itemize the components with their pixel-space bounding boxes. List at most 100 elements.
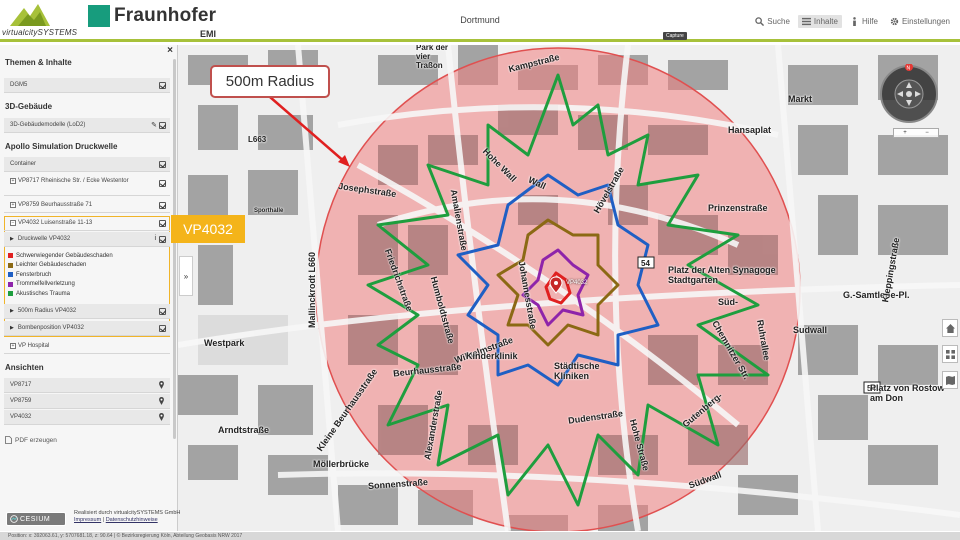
cesium-label: CESIUM <box>20 515 51 523</box>
legend-label: Trommelfellverletzung <box>16 281 75 288</box>
zoom-bar[interactable]: + − <box>893 128 939 138</box>
checkbox-icon[interactable] <box>159 325 166 332</box>
map-view-button[interactable] <box>942 371 958 389</box>
layer-radius[interactable]: ▶ 500m Radius VP4032 <box>4 304 170 319</box>
street-label: Markt <box>788 94 813 104</box>
layer-vp8759[interactable]: + VP8759 Beurhausstraße 71 <box>4 198 170 213</box>
layer-dgm[interactable]: DGM5 <box>4 78 170 93</box>
svg-text:N: N <box>907 66 911 72</box>
list-icon <box>801 17 811 25</box>
nav-help[interactable]: Hilfe <box>846 15 882 28</box>
city-title: Dortmund <box>460 15 500 25</box>
layer-vp4032[interactable]: − VP4032 Luisenstraße 11-13 <box>4 216 170 231</box>
layer-vp-hospital[interactable]: + VP Hospital <box>4 339 170 354</box>
pdf-export-button[interactable]: PDF erzeugen <box>5 436 57 444</box>
sidebar: × Themen & Inhalte DGM5 3D-Gebäude 3D-Ge… <box>0 45 178 531</box>
location-pin-icon <box>159 413 164 421</box>
imprint-link[interactable]: Impressum <box>74 517 101 523</box>
checkbox-icon[interactable] <box>159 202 166 209</box>
layer-buildings[interactable]: 3D-Gebäudemodelle (LoD2) ✎ <box>4 118 170 133</box>
info-icon[interactable]: i <box>154 235 156 242</box>
marker-label: VP4032 <box>566 280 588 286</box>
map-canvas[interactable]: 54 54 <box>178 45 960 531</box>
collapse-icon[interactable]: − <box>10 220 16 226</box>
checkbox-icon[interactable] <box>159 180 166 187</box>
street-label: Kinderklinik <box>466 351 518 361</box>
legend-swatch <box>8 281 13 287</box>
close-sidebar-button[interactable]: × <box>167 45 173 56</box>
zoom-out-icon[interactable]: − <box>925 130 929 136</box>
app-root: virtualcitySYSTEMS Fraunhofer EMI Dortmu… <box>0 0 960 540</box>
legend-label: Akustisches Trauma <box>16 290 71 297</box>
nav-help-label: Hilfe <box>861 16 878 26</box>
layer-vp8717[interactable]: + VP8717 Rheinische Str. / Ecke Westento… <box>4 176 170 196</box>
layer-bomb-position[interactable]: ▶ Bombenposition VP4032 <box>4 321 170 336</box>
footer-links: Impressum | Datenschutzhinweise <box>74 517 158 523</box>
layer-druckwelle[interactable]: ▶ Druckwelle VP4032 i <box>4 232 170 247</box>
map-icon <box>945 375 955 385</box>
view-item-label: VP8759 <box>10 398 32 404</box>
credit-text: Realisiert durch virtualcitySYSTEMS GmbH <box>74 510 181 516</box>
layer-buildings-label: 3D-Gebäudemodelle (LoD2) <box>10 122 86 128</box>
view-item[interactable]: VP8717 <box>4 378 170 393</box>
legend-swatch <box>8 262 13 268</box>
street-label: Prinzenstraße <box>708 203 768 213</box>
cesium-logo: CESIUM <box>6 512 66 526</box>
view-item[interactable]: VP8759 <box>4 394 170 409</box>
street-label: Sudwall <box>793 325 828 335</box>
view-item[interactable]: VP4032 <box>4 410 170 425</box>
expand-icon[interactable]: + <box>10 202 16 208</box>
checkbox-icon[interactable] <box>159 82 166 89</box>
street-label: Arndtstraße <box>218 425 270 435</box>
nav-contents[interactable]: Inhalte <box>797 14 842 28</box>
pdf-export-label: PDF erzeugen <box>15 436 57 444</box>
nav-search[interactable]: Suche <box>751 15 794 28</box>
sidebar-scrollbar[interactable] <box>173 59 176 439</box>
checkbox-icon[interactable] <box>159 308 166 315</box>
capture-tooltip: Capture <box>663 32 687 40</box>
checkbox-icon[interactable] <box>159 122 166 129</box>
layer-container-label: Container <box>10 161 37 167</box>
street-label: L663 <box>248 135 267 144</box>
layer-vp8759-label: VP8759 Beurhausstraße 71 <box>18 202 93 208</box>
street-label: Möllerbrücke <box>313 459 370 469</box>
virtualcity-logo-text: virtualcitySYSTEMS <box>2 28 78 37</box>
layer-container[interactable]: Container <box>4 157 170 172</box>
privacy-link[interactable]: Datenschutzhinweise <box>106 517 158 523</box>
status-bar: Position: x: 392063.61, y: 5707681.18, z… <box>0 532 960 540</box>
expand-icon[interactable]: + <box>10 178 16 184</box>
section-title-buildings: 3D-Gebäude <box>5 102 53 111</box>
map-tools <box>942 319 958 397</box>
checkbox-icon[interactable] <box>159 236 166 243</box>
cesium-icon <box>10 515 18 523</box>
layer-vp8717-label: VP8717 Rheinische Str. / Ecke Westentor <box>18 178 129 184</box>
nav-contents-label: Inhalte <box>813 16 838 26</box>
legend-label: Fensterbruch <box>16 271 52 278</box>
document-icon <box>5 436 12 444</box>
grid-view-button[interactable] <box>942 345 958 363</box>
legend-item: Trommelfellverletzung <box>8 280 113 290</box>
map-view[interactable]: 54 54 Kampstraße Park der vier Traßon Ma… <box>178 45 960 531</box>
fraunhofer-logo-icon <box>88 5 110 27</box>
home-button[interactable] <box>942 319 958 337</box>
checkbox-icon[interactable] <box>159 161 166 168</box>
legend-item: Akustisches Trauma <box>8 289 113 299</box>
vp4032-badge: VP4032 <box>171 215 245 243</box>
nav-settings[interactable]: Einstellungen <box>886 15 954 28</box>
checkbox-icon[interactable] <box>159 220 166 227</box>
street-label: Hansaplat <box>728 125 772 135</box>
collapse-sidebar-button[interactable]: » <box>179 256 193 296</box>
virtualcity-logo-icon <box>10 4 50 26</box>
edit-icon[interactable]: ✎ <box>151 121 157 129</box>
layer-bomb-position-label: Bombenposition VP4032 <box>17 325 84 331</box>
damage-legend: Schwerwiegender Gebäudeschaden Leichter … <box>8 251 113 299</box>
header: virtualcitySYSTEMS Fraunhofer EMI Dortmu… <box>0 0 960 42</box>
svg-text:54: 54 <box>641 259 650 268</box>
layer-dgm-label: DGM5 <box>10 82 28 88</box>
zoom-in-icon[interactable]: + <box>903 130 907 136</box>
location-pin-icon <box>159 381 164 389</box>
expand-icon[interactable]: + <box>10 343 16 349</box>
legend-swatch <box>8 253 13 259</box>
compass-navigation-widget[interactable]: N <box>879 64 939 124</box>
header-nav: Suche Inhalte Hilfe Einstellungen <box>751 12 954 30</box>
